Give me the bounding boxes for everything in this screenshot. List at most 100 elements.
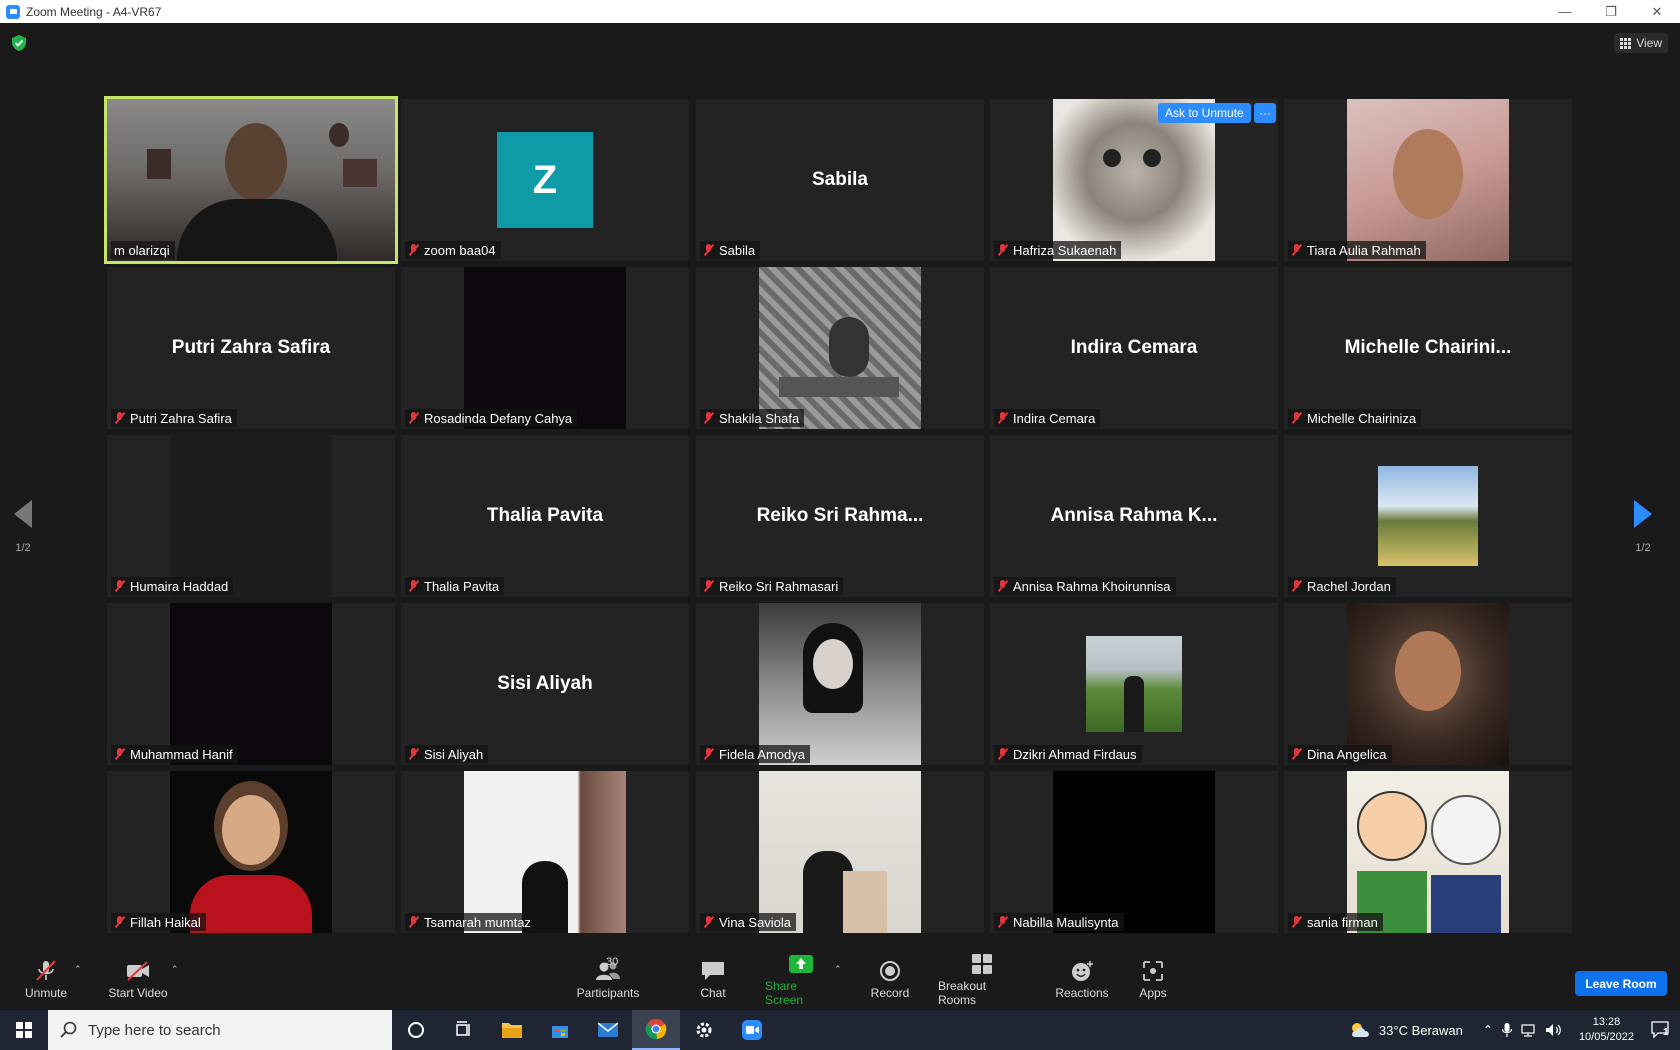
participant-name-label: Sabila xyxy=(700,241,761,259)
mail-button[interactable] xyxy=(584,1010,632,1050)
participant-name-label: Fillah Haikal xyxy=(111,913,206,931)
record-button[interactable]: Record xyxy=(870,950,910,1010)
store-icon xyxy=(552,1026,568,1038)
minimize-button[interactable]: — xyxy=(1542,0,1588,23)
cortana-icon xyxy=(408,1022,424,1038)
participant-tile[interactable]: Rosadinda Defany Cahya xyxy=(401,267,689,429)
participant-tile[interactable]: Shakila Shafa xyxy=(696,267,984,429)
mic-muted-icon xyxy=(1291,748,1303,760)
mic-muted-icon xyxy=(114,580,126,592)
mic-muted-icon xyxy=(703,244,715,256)
start-button[interactable] xyxy=(0,1010,48,1050)
participant-center-name: Putri Zahra Safira xyxy=(171,337,331,358)
participant-tile[interactable]: Michelle Chairini... Michelle Chairiniza xyxy=(1284,267,1572,429)
participant-tile[interactable]: sania firman xyxy=(1284,771,1572,933)
notification-count: 1 xyxy=(1663,1027,1669,1038)
participant-tile[interactable]: Fidela Amodya xyxy=(696,603,984,765)
task-view-button[interactable] xyxy=(440,1010,488,1050)
participant-tile[interactable]: Putri Zahra Safira Putri Zahra Safira xyxy=(107,267,395,429)
network-icon[interactable] xyxy=(1521,1022,1537,1038)
taskbar-search-box[interactable]: Type here to search xyxy=(48,1010,392,1050)
restore-button[interactable]: ❐ xyxy=(1588,0,1634,23)
participant-tile[interactable]: Tiara Aulia Rahmah xyxy=(1284,99,1572,261)
zoom-taskbar-button[interactable] xyxy=(728,1010,776,1050)
mic-muted-icon xyxy=(408,244,420,256)
participant-tile[interactable]: Annisa Rahma K... Annisa Rahma Khoirunni… xyxy=(990,435,1278,597)
cortana-button[interactable] xyxy=(392,1010,440,1050)
leave-room-button[interactable]: Leave Room xyxy=(1575,971,1667,996)
file-explorer-button[interactable] xyxy=(488,1010,536,1050)
video-feed xyxy=(464,771,626,933)
settings-button[interactable] xyxy=(680,1010,728,1050)
participant-tile[interactable]: Z zoom baa04 xyxy=(401,99,689,261)
audio-options-caret[interactable]: ⌃ xyxy=(74,964,82,975)
participant-tile[interactable]: Thalia Pavita Thalia Pavita xyxy=(401,435,689,597)
start-video-button[interactable]: Start Video xyxy=(104,950,172,1010)
mic-muted-icon xyxy=(1291,580,1303,592)
weather-text[interactable]: 33°C Berawan xyxy=(1379,1023,1463,1038)
chrome-icon xyxy=(645,1019,667,1040)
apps-button[interactable]: Apps xyxy=(1138,950,1168,1010)
participant-tile[interactable]: Nabilla Maulisynta xyxy=(990,771,1278,933)
participant-name-label: Humaira Haddad xyxy=(111,577,234,595)
view-label: View xyxy=(1636,36,1662,50)
participant-tile[interactable]: Sabila Sabila xyxy=(696,99,984,261)
breakout-rooms-icon xyxy=(972,954,992,974)
participant-tile[interactable]: Dina Angelica xyxy=(1284,603,1572,765)
participant-tile[interactable]: Reiko Sri Rahma... Reiko Sri Rahmasari xyxy=(696,435,984,597)
share-options-caret[interactable]: ⌃ xyxy=(834,964,842,975)
video-feed xyxy=(1347,603,1509,765)
mail-icon xyxy=(597,1022,619,1037)
participant-tile[interactable]: m olarizqi xyxy=(104,96,398,264)
share-screen-label: Share Screen xyxy=(765,979,804,1007)
video-feed xyxy=(170,603,332,765)
participant-tile[interactable]: Humaira Haddad xyxy=(107,435,395,597)
participant-tile[interactable]: Tsamarah mumtaz xyxy=(401,771,689,933)
chevron-up-icon[interactable]: ⌃ xyxy=(1483,1023,1493,1037)
view-button[interactable]: View xyxy=(1614,33,1668,53)
participants-button[interactable]: 30 Participants xyxy=(573,950,643,1010)
previous-page-button[interactable]: 1/2 xyxy=(14,500,32,554)
reactions-icon xyxy=(1072,961,1093,981)
participant-name-label: Dina Angelica xyxy=(1288,745,1392,763)
participant-tile[interactable]: Sisi Aliyah Sisi Aliyah xyxy=(401,603,689,765)
avatar: Z xyxy=(497,132,593,228)
microsoft-store-button[interactable] xyxy=(536,1010,584,1050)
reactions-label: Reactions xyxy=(1055,986,1109,1000)
video-options-caret[interactable]: ⌃ xyxy=(171,964,179,975)
participant-tile[interactable]: Rachel Jordan xyxy=(1284,435,1572,597)
participant-tile[interactable]: Indira Cemara Indira Cemara xyxy=(990,267,1278,429)
video-feed xyxy=(1053,99,1215,261)
mic-muted-icon xyxy=(997,580,1009,592)
mic-muted-icon xyxy=(997,916,1009,928)
ask-to-unmute-button[interactable]: Ask to Unmute xyxy=(1158,103,1251,123)
participant-name-label: Hafriza Sukaenah xyxy=(994,241,1122,259)
more-options-button[interactable]: ··· xyxy=(1254,103,1276,123)
reactions-button[interactable]: Reactions xyxy=(1054,950,1110,1010)
microphone-icon[interactable] xyxy=(1501,1022,1513,1038)
shield-icon[interactable] xyxy=(12,35,26,51)
chrome-button[interactable] xyxy=(632,1010,680,1050)
participant-tile[interactable]: Fillah Haikal xyxy=(107,771,395,933)
grid-view-icon xyxy=(1620,37,1632,49)
participant-tile[interactable]: Vina Saviola xyxy=(696,771,984,933)
share-screen-button[interactable]: Share Screen xyxy=(765,950,837,1010)
participant-name-label: Nabilla Maulisynta xyxy=(994,913,1124,931)
participant-tile[interactable]: Muhammad Hanif xyxy=(107,603,395,765)
clock[interactable]: 13:28 10/05/2022 xyxy=(1579,1015,1634,1045)
participant-tile[interactable]: Dzikri Ahmad Firdaus xyxy=(990,603,1278,765)
breakout-rooms-button[interactable]: Breakout Rooms xyxy=(938,950,1026,1010)
arrow-left-icon xyxy=(14,500,32,528)
page-indicator-left: 1/2 xyxy=(15,542,31,554)
mic-muted-icon xyxy=(997,748,1009,760)
chat-button[interactable]: Chat xyxy=(695,950,731,1010)
participant-tile[interactable]: Ask to Unmute ··· Hafriza Sukaenah xyxy=(990,99,1278,261)
close-button[interactable]: ✕ xyxy=(1634,0,1680,23)
unmute-button[interactable]: Unmute xyxy=(22,950,70,1010)
notifications-button[interactable]: 1 xyxy=(1650,1020,1672,1040)
volume-icon[interactable] xyxy=(1545,1022,1563,1038)
record-icon xyxy=(880,961,900,981)
participant-name-label: Dzikri Ahmad Firdaus xyxy=(994,745,1142,763)
next-page-button[interactable]: 1/2 xyxy=(1634,500,1652,554)
video-feed xyxy=(464,267,626,429)
